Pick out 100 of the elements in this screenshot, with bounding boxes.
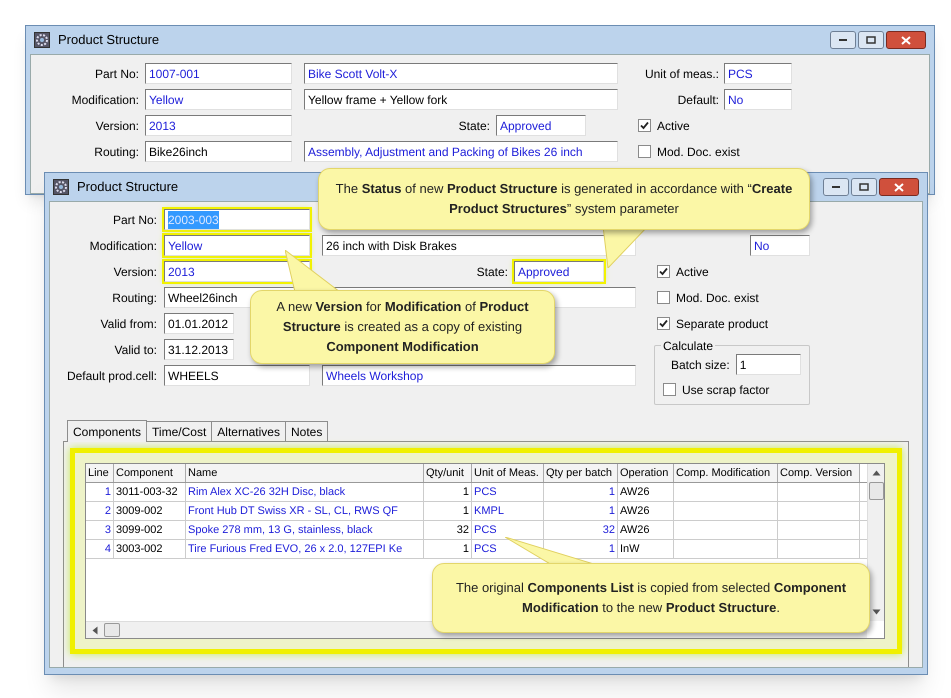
table-cell: 3009-002 [114,502,186,520]
scroll-thumb[interactable] [104,623,120,637]
table-cell: 3099-002 [114,521,186,539]
field-label: Version: [94,118,139,134]
minimize-button[interactable] [823,178,849,196]
column-header[interactable]: Qty/unit [424,464,472,482]
column-header[interactable]: Qty per batch [544,464,618,482]
gear-icon [53,179,69,195]
table-cell: Spoke 278 mm, 13 G, stainless, black [186,521,424,539]
table-cell: InW [618,540,674,558]
input-field[interactable]: 2013 [145,115,292,136]
checkbox[interactable] [638,145,651,158]
table-cell: KMPL [472,502,544,520]
description-field[interactable]: 26 inch with Disk Brakes [322,235,636,256]
checkbox-label: Active [676,264,709,280]
input-field[interactable]: Yellow [164,235,310,256]
gear-icon [34,32,50,48]
column-header[interactable]: Name [186,464,424,482]
maximize-button[interactable] [858,31,884,49]
tab[interactable]: Notes [286,421,328,441]
input-field[interactable]: Yellow [145,89,292,110]
checkbox[interactable] [657,265,670,278]
description-field[interactable]: Yellow frame + Yellow fork [304,89,618,110]
table-cell: 1 [424,540,472,558]
table-cell: 1 [544,483,618,501]
field-label: Unit of meas.: [644,66,719,82]
table-cell: 1 [424,502,472,520]
field-label: State: [458,118,490,134]
input-field[interactable]: 1007-001 [145,63,292,84]
checkbox-label: Mod. Doc. exist [676,290,759,306]
checkbox-label: Active [657,118,690,134]
checkbox[interactable] [663,383,676,396]
field-label: Modification: [70,92,139,108]
minimize-button[interactable] [830,31,856,49]
table-cell: 32 [544,521,618,539]
table-cell: Rim Alex XC-26 32H Disc, black [186,483,424,501]
field-label: Routing: [111,290,157,306]
column-header[interactable]: Component [114,464,186,482]
table-cell: AW26 [618,521,674,539]
down-arrow-icon[interactable] [872,609,880,615]
field-label: Valid to: [114,342,157,358]
window-title: Product Structure [77,178,178,196]
close-button[interactable] [879,178,919,196]
checkbox[interactable] [657,317,670,330]
field-label: Modification: [88,238,157,254]
input-field[interactable]: Bike26inch [145,141,292,162]
table-cell: 1 [86,483,114,501]
callout-pointer-tooltip [285,250,340,292]
tab[interactable]: Alternatives [212,421,286,441]
state-field[interactable]: Approved [496,115,586,136]
input-field[interactable]: 1 [736,354,801,375]
checkbox[interactable] [657,291,670,304]
minimize-icon [838,38,848,42]
field-label: Part No: [112,212,157,228]
checkbox-label: Use scrap factor [682,382,770,398]
table-cell: AW26 [618,502,674,520]
column-header[interactable]: Operation [618,464,674,482]
input-field[interactable]: 01.01.2012 [164,313,234,334]
description-field[interactable]: Bike Scott Volt-X [304,63,618,84]
maximize-button[interactable] [851,178,877,196]
column-header[interactable]: Unit of Meas. [472,464,544,482]
close-icon [901,36,911,44]
close-button[interactable] [886,31,926,49]
tab[interactable]: Time/Cost [147,421,212,441]
description-field[interactable]: Wheels Workshop [322,365,636,386]
table-cell: AW26 [618,483,674,501]
column-header[interactable]: Line [86,464,114,482]
table-cell: Tire Furious Fred EVO, 26 x 2.0, 127EPI Ke [186,540,424,558]
field-label: Version: [112,264,157,280]
column-header[interactable]: Comp. Modification [674,464,778,482]
table-cell: 4 [86,540,114,558]
table-cell: 1 [424,483,472,501]
field-label: Part No: [94,66,139,82]
left-arrow-icon[interactable] [92,626,98,634]
checkbox-label: Mod. Doc. exist [657,144,740,160]
field-label: Default: [678,92,719,108]
column-header[interactable]: Comp. Version [778,464,860,482]
table-cell: 3003-002 [114,540,186,558]
window-title: Product Structure [58,31,160,50]
table-cell: 32 [424,521,472,539]
scroll-thumb[interactable] [868,482,884,500]
field-label: State: [476,264,508,280]
maximize-icon [866,36,876,44]
input-field[interactable]: WHEELS [164,365,310,386]
state-field[interactable]: Approved [514,261,604,282]
field-label: Routing: [93,144,139,160]
description-field[interactable]: Assembly, Adjustment and Packing of Bikes 26 inch [304,141,618,162]
checkbox[interactable] [638,119,651,132]
table-cell: PCS [472,483,544,501]
scrollbar[interactable] [867,464,884,621]
input-field[interactable]: No [750,235,810,256]
minimize-icon [831,185,841,189]
field-label: Default prod.cell: [66,368,157,384]
input-field[interactable]: PCS [724,63,792,84]
tab[interactable]: Components [67,420,148,442]
close-icon [894,182,904,192]
input-field[interactable]: No [724,89,792,110]
up-arrow-icon[interactable] [872,470,880,476]
input-field[interactable]: 31.12.2013 [164,339,234,360]
table-cell: Front Hub DT Swiss XR - SL, CL, RWS QF [186,502,424,520]
